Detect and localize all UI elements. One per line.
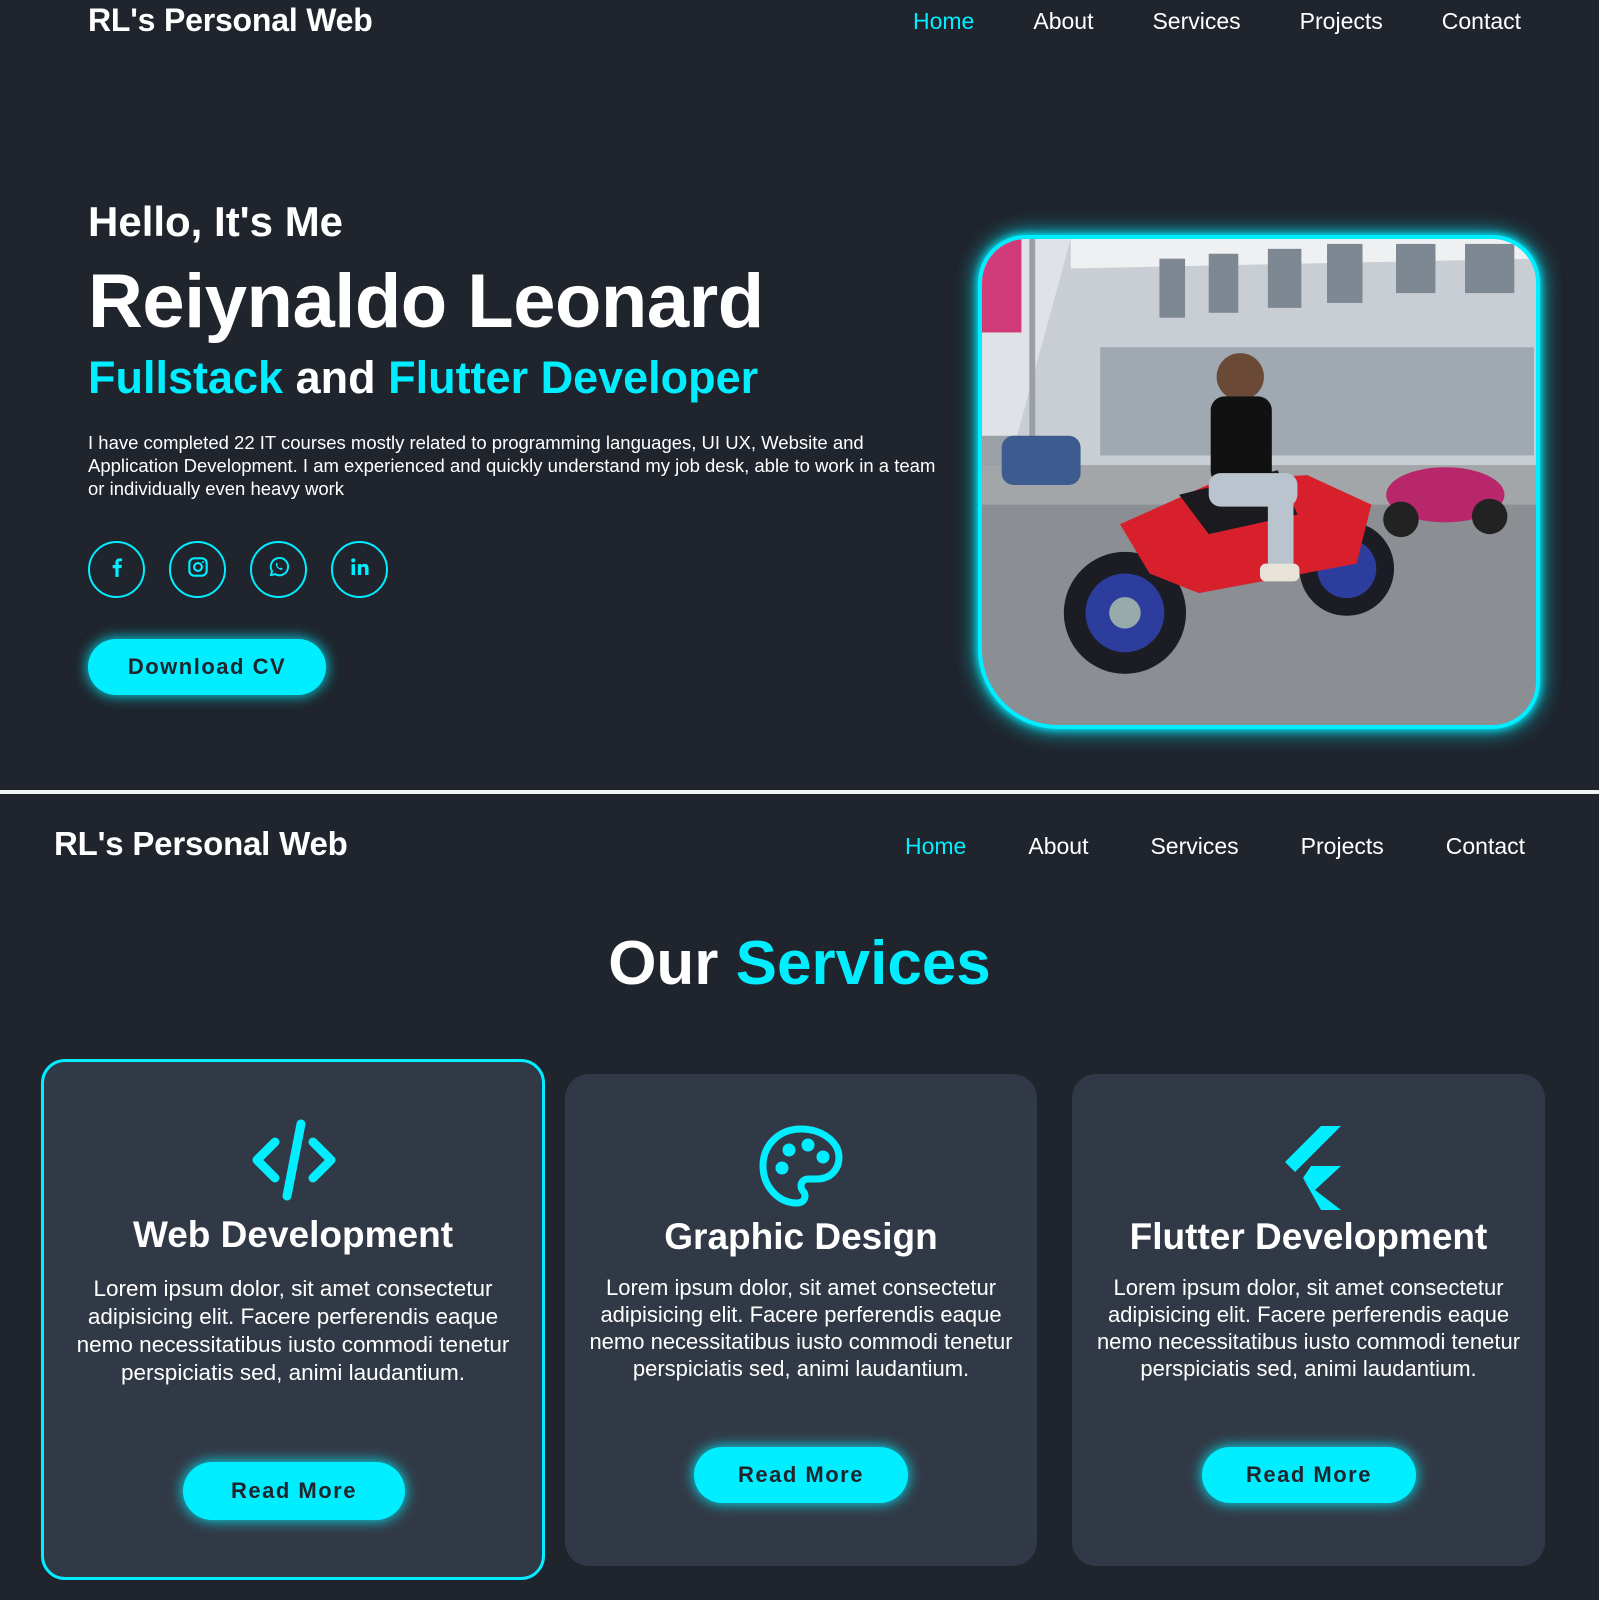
facebook-icon xyxy=(104,554,130,585)
linkedin-icon xyxy=(347,554,373,585)
main-nav: Home About Services Projects Contact xyxy=(905,833,1525,860)
service-description: Lorem ipsum dolor, sit amet consectetur … xyxy=(76,1276,510,1385)
service-card-web-development[interactable]: Web Development Lorem ipsum dolor, sit a… xyxy=(41,1059,545,1580)
nav-services[interactable]: Services xyxy=(1152,8,1240,35)
site-header-2: RL's Personal Web Home About Services Pr… xyxy=(0,810,1599,862)
role-connector: and xyxy=(283,352,389,403)
hero-name: Reiynaldo Leonard xyxy=(88,259,764,344)
profile-photo xyxy=(978,235,1540,729)
greeting: Hello, It's Me xyxy=(88,198,344,245)
nav-home[interactable]: Home xyxy=(905,833,966,860)
role-flutter: Flutter Developer xyxy=(388,352,759,403)
site-header: RL's Personal Web Home About Services Pr… xyxy=(0,0,1599,44)
flutter-icon xyxy=(1273,1124,1345,1210)
hero-bio: I have completed 22 IT courses mostly re… xyxy=(88,432,936,499)
nav-about[interactable]: About xyxy=(1028,833,1088,860)
services-heading-white: Our xyxy=(608,929,719,998)
read-more-button[interactable]: Read More xyxy=(183,1462,405,1520)
service-card-graphic-design[interactable]: Graphic Design Lorem ipsum dolor, sit am… xyxy=(565,1074,1037,1566)
main-nav: Home About Services Projects Contact xyxy=(913,8,1580,35)
nav-about[interactable]: About xyxy=(1033,8,1093,35)
service-title: Flutter Development xyxy=(1129,1216,1488,1257)
whatsapp-link[interactable] xyxy=(250,541,307,598)
service-card-flutter-development[interactable]: Flutter Development Lorem ipsum dolor, s… xyxy=(1072,1074,1545,1566)
nav-projects[interactable]: Projects xyxy=(1300,8,1383,35)
service-title: Graphic Design xyxy=(664,1216,938,1257)
download-cv-button[interactable]: Download CV xyxy=(88,639,326,695)
nav-contact[interactable]: Contact xyxy=(1442,8,1521,35)
nav-projects[interactable]: Projects xyxy=(1301,833,1384,860)
home-section: RL's Personal Web Home About Services Pr… xyxy=(0,0,1599,790)
service-description: Lorem ipsum dolor, sit amet consectetur … xyxy=(1096,1275,1521,1381)
nav-contact[interactable]: Contact xyxy=(1446,833,1525,860)
nav-home[interactable]: Home xyxy=(913,8,974,35)
hero-role: Fullstack and Flutter Developer xyxy=(88,352,758,404)
read-more-button[interactable]: Read More xyxy=(694,1447,908,1503)
nav-services[interactable]: Services xyxy=(1150,833,1238,860)
whatsapp-icon xyxy=(266,554,292,585)
social-links xyxy=(88,541,412,598)
service-title: Web Development xyxy=(132,1214,454,1255)
code-icon xyxy=(249,1118,339,1202)
facebook-link[interactable] xyxy=(88,541,145,598)
services-heading-cyan: Services xyxy=(735,929,991,998)
instagram-link[interactable] xyxy=(169,541,226,598)
role-fullstack: Fullstack xyxy=(88,352,284,403)
site-logo[interactable]: RL's Personal Web xyxy=(88,2,373,39)
instagram-icon xyxy=(185,554,211,585)
services-section: RL's Personal Web Home About Services Pr… xyxy=(0,794,1599,1600)
palette-icon xyxy=(758,1124,844,1210)
services-heading: Our Services xyxy=(0,928,1599,999)
linkedin-link[interactable] xyxy=(331,541,388,598)
read-more-button[interactable]: Read More xyxy=(1202,1447,1416,1503)
site-logo[interactable]: RL's Personal Web xyxy=(54,825,348,863)
service-description: Lorem ipsum dolor, sit amet consectetur … xyxy=(589,1275,1013,1381)
